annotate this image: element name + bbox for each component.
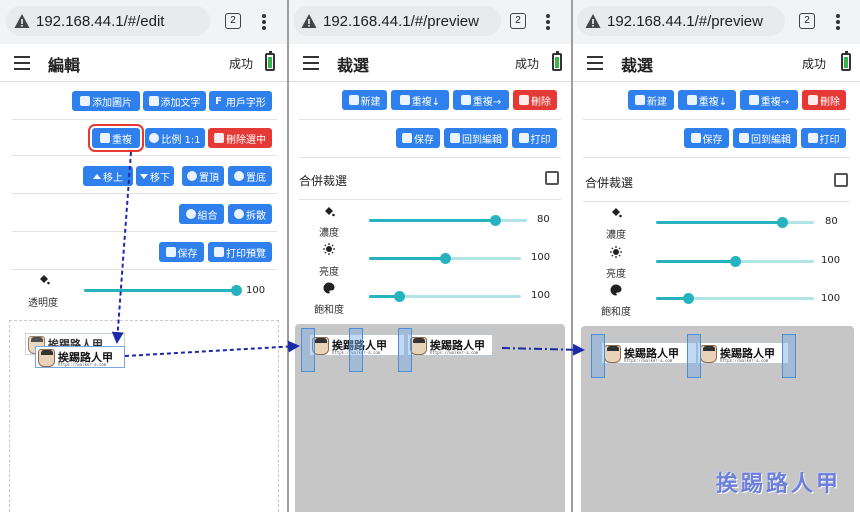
arrow-duplicate-to-canvas xyxy=(111,151,132,344)
arrow-preview-to-preview xyxy=(501,343,585,356)
annotation-arrows xyxy=(111,151,585,357)
arrow-canvas-to-preview xyxy=(124,340,300,357)
screenshot-root: 192.168.44.1/#/edit 2 編輯 成功 添加圖片 添加文字 F用… xyxy=(0,0,860,512)
watermark: 挨踢路人甲 xyxy=(716,471,842,497)
